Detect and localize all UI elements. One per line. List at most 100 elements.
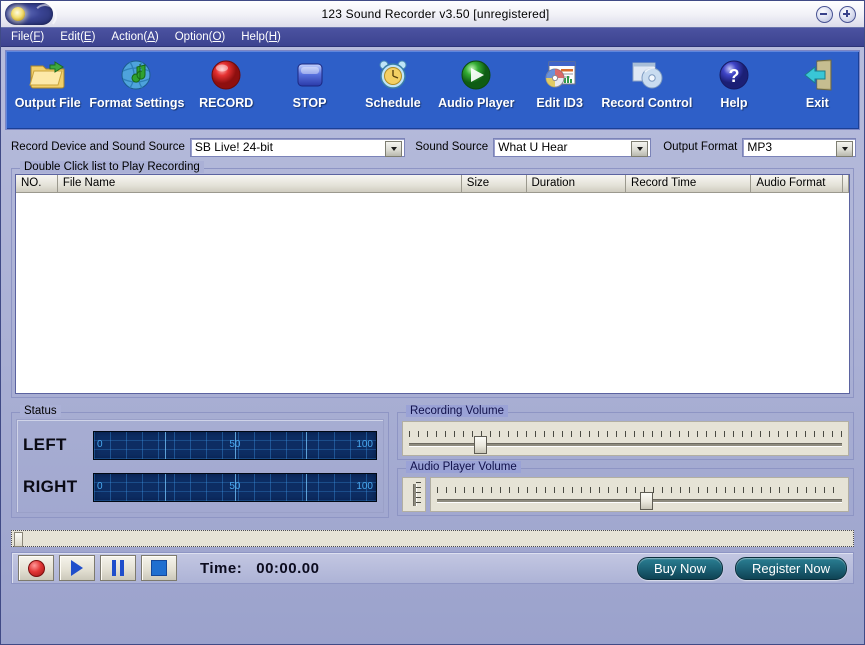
player-volume-groupbox: Audio Player Volume <box>397 461 854 516</box>
column-file-name[interactable]: File Name <box>57 175 462 193</box>
recordings-caption: Double Click list to Play Recording <box>20 161 204 173</box>
exit-door-icon <box>799 55 835 95</box>
settings-row: Record Device and Sound Source SB Live! … <box>1 132 864 160</box>
recording-volume-caption: Recording Volume <box>406 405 508 417</box>
toolbar-label: STOP <box>292 96 327 110</box>
left-scale-0: 0 <box>97 438 103 450</box>
menu-item-action[interactable]: Action(A) <box>111 31 167 43</box>
play-button[interactable] <box>59 555 95 581</box>
buy-now-button[interactable]: Buy Now <box>636 556 723 580</box>
alarm-clock-icon <box>376 55 410 95</box>
toolbar-button-record[interactable]: RECORD <box>185 55 268 121</box>
disc-window-icon <box>629 55 665 95</box>
record-device-select[interactable]: SB Live! 24-bit <box>189 137 406 157</box>
main-toolbar: Output File Format Settings RECORD STOP … <box>5 50 860 130</box>
column-duration[interactable]: Duration <box>526 175 627 193</box>
right-scale-50: 50 <box>229 480 241 492</box>
toolbar-label: Schedule <box>365 96 421 110</box>
status-groupbox: Status LEFT 0 50 100 RIGHT 0 50 100 <box>11 405 389 518</box>
app-window: 123 Sound Recorder v3.50 [unregistered] … <box>0 0 865 645</box>
blue-stop-icon <box>293 55 327 95</box>
status-inner: LEFT 0 50 100 RIGHT 0 50 100 <box>16 419 384 513</box>
close-icon[interactable] <box>839 5 856 23</box>
play-icon <box>71 560 83 576</box>
toolbar-button-output-file[interactable]: Output File <box>6 55 89 121</box>
chevron-down-icon[interactable] <box>631 140 649 157</box>
record-device-label: Record Device and Sound Source <box>11 141 185 153</box>
menu-item-file[interactable]: File(F) <box>11 31 53 43</box>
recording-volume-track[interactable] <box>409 435 842 454</box>
window-controls <box>816 5 856 23</box>
window-title: 123 Sound Recorder v3.50 [unregistered] <box>321 7 550 21</box>
toolbar-label: Help <box>720 96 748 110</box>
sound-source-label: Sound Source <box>415 141 489 153</box>
toolbar-label: Edit ID3 <box>536 96 583 110</box>
left-scale-50: 50 <box>229 438 241 450</box>
toolbar-button-audio-player[interactable]: Audio Player <box>435 55 518 121</box>
sound-source-select[interactable]: What U Hear <box>493 137 652 157</box>
globe-note-icon <box>118 55 156 95</box>
right-channel-label: RIGHT <box>23 477 78 496</box>
green-play-icon <box>459 55 493 95</box>
status-caption: Status <box>20 405 61 417</box>
output-format-label: Output Format <box>663 141 738 153</box>
right-meter-row: RIGHT 0 50 100 <box>23 472 377 502</box>
record-icon <box>27 559 45 577</box>
register-now-button[interactable]: Register Now <box>734 556 847 580</box>
player-volume-track[interactable] <box>437 491 842 510</box>
minimize-icon[interactable] <box>816 5 833 23</box>
chevron-down-icon[interactable] <box>385 140 403 157</box>
title-bar: 123 Sound Recorder v3.50 [unregistered] <box>1 1 864 28</box>
toolbar-button-format-settings[interactable]: Format Settings <box>89 55 185 121</box>
app-orb-icon <box>3 2 57 28</box>
toolbar-label: Format Settings <box>89 96 185 110</box>
right-vu-meter: 0 50 100 <box>93 472 377 502</box>
recordings-groupbox: Double Click list to Play Recording NO. … <box>11 161 854 398</box>
red-record-icon <box>209 55 243 95</box>
chevron-down-icon[interactable] <box>836 140 853 157</box>
stop-button[interactable] <box>141 555 177 581</box>
recording-volume-thumb[interactable] <box>473 435 487 454</box>
player-volume-thumb[interactable] <box>639 491 653 510</box>
left-meter-row: LEFT 0 50 100 <box>23 430 377 460</box>
menu-bar: File(F) Edit(E) Action(A) Option(O) Help… <box>1 28 864 47</box>
cd-tag-icon <box>542 55 578 95</box>
folder-icon <box>28 55 68 95</box>
left-scale-100: 100 <box>356 438 373 450</box>
output-format-select[interactable]: MP3 <box>742 137 856 157</box>
menu-item-help[interactable]: Help(H) <box>241 31 290 43</box>
toolbar-button-help[interactable]: ? Help <box>692 55 775 121</box>
toolbar-button-schedule[interactable]: Schedule <box>351 55 434 121</box>
pause-button[interactable] <box>100 555 136 581</box>
column-record-time[interactable]: Record Time <box>626 175 752 193</box>
recordings-listview[interactable]: NO. File Name Size Duration Record Time … <box>15 174 850 394</box>
toolbar-label: Output File <box>14 96 81 110</box>
player-balance-slider[interactable] <box>402 477 426 512</box>
toolbar-button-edit-id3[interactable]: Edit ID3 <box>518 55 601 121</box>
toolbar-button-stop[interactable]: STOP <box>268 55 351 121</box>
seek-slider[interactable] <box>11 530 854 547</box>
listview-header: NO. File Name Size Duration Record Time … <box>16 175 849 193</box>
toolbar-label: Record Control <box>601 96 693 110</box>
player-volume-slider[interactable] <box>430 477 849 512</box>
menu-item-option[interactable]: Option(O) <box>175 31 235 43</box>
right-scale-100: 100 <box>356 480 373 492</box>
toolbar-label: Audio Player <box>438 96 515 110</box>
player-volume-caption: Audio Player Volume <box>406 461 521 473</box>
toolbar-button-record-control[interactable]: Record Control <box>601 55 692 121</box>
column-filler <box>842 175 849 193</box>
column-size[interactable]: Size <box>461 175 527 193</box>
right-scale-0: 0 <box>97 480 103 492</box>
listview-body[interactable] <box>16 193 849 393</box>
menu-item-edit[interactable]: Edit(E) <box>60 31 104 43</box>
time-label: Time: <box>200 559 243 577</box>
output-format-value: MP3 <box>747 140 773 154</box>
record-button[interactable] <box>18 555 54 581</box>
toolbar-button-exit[interactable]: Exit <box>776 55 859 121</box>
recording-volume-slider[interactable] <box>402 421 849 456</box>
seek-thumb[interactable] <box>14 532 23 547</box>
column-no[interactable]: NO. <box>16 175 58 193</box>
recording-volume-groupbox: Recording Volume <box>397 405 854 460</box>
column-audio-format[interactable]: Audio Format <box>751 175 843 193</box>
sound-source-value: What U Hear <box>498 140 568 154</box>
